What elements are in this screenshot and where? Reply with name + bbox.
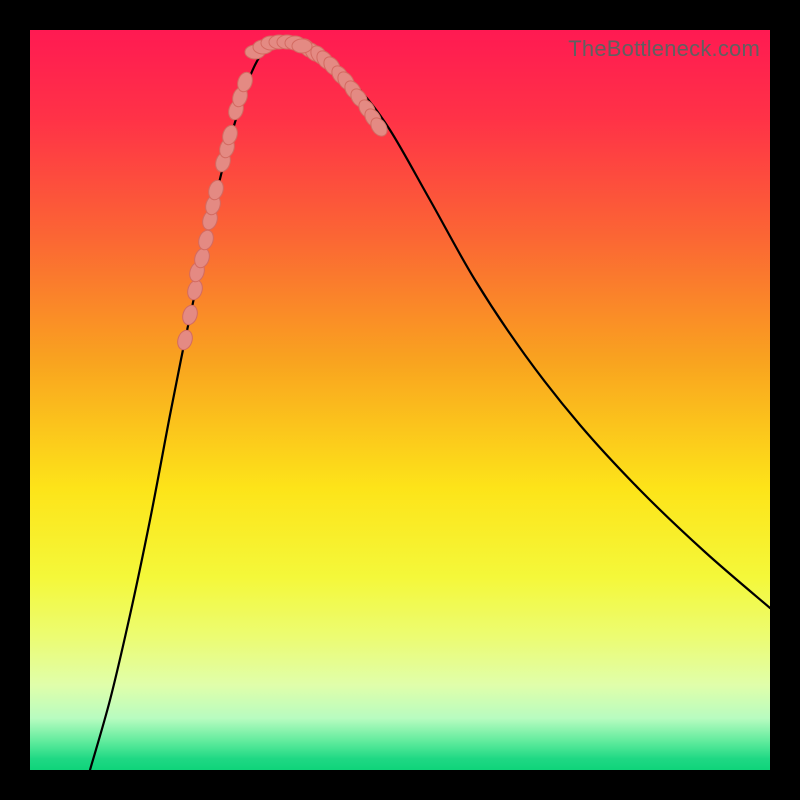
data-marker [196,228,215,251]
plot-area: TheBottleneck.com [30,30,770,770]
data-markers [175,35,390,352]
data-marker [175,328,194,351]
data-marker [292,39,312,53]
watermark-text: TheBottleneck.com [568,36,760,62]
bottleneck-curve [90,44,770,770]
chart-frame: TheBottleneck.com [0,0,800,800]
data-marker [180,303,199,326]
bottleneck-curve-svg [30,30,770,770]
